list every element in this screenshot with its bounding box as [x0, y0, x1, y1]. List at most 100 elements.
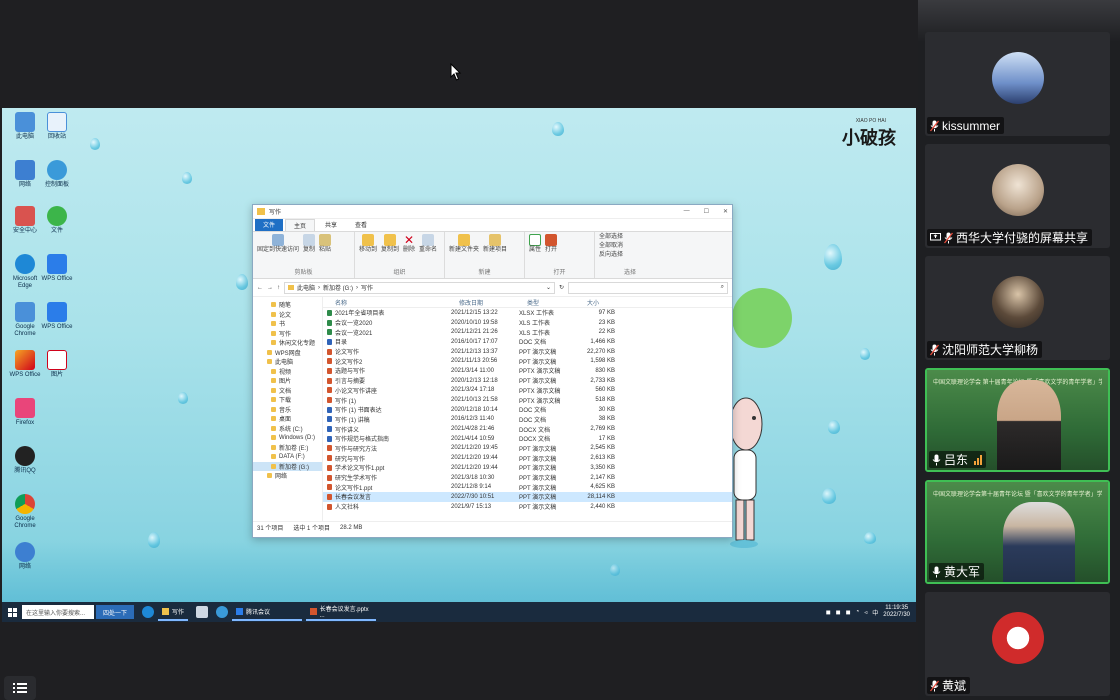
file-row[interactable]: 论文写作2 2021/11/13 20:56 PPT 演示文稿 1,598 KB: [323, 356, 732, 366]
nav-item[interactable]: 新加卷 (G:): [253, 461, 322, 471]
tray-icon[interactable]: ◼: [846, 609, 851, 616]
desktop-icon-meeting2[interactable]: WPS Office: [38, 302, 76, 346]
nav-item[interactable]: 桌面: [253, 414, 322, 424]
file-row[interactable]: 选题与写作 2021/3/14 11:00 PPTX 演示文稿 830 KB: [323, 366, 732, 376]
file-row[interactable]: 写作 (1) 书面表达 2020/12/18 10:14 DOC 文档 30 KB: [323, 405, 732, 415]
minimize-icon[interactable]: —: [684, 208, 690, 215]
taskbar-app-meeting[interactable]: 腾讯会议: [232, 603, 303, 621]
copy-button[interactable]: 复制: [303, 234, 315, 254]
up-icon[interactable]: ↑: [277, 285, 280, 291]
copy-to-button[interactable]: 复制到: [381, 234, 399, 254]
nav-item[interactable]: 音乐: [253, 405, 322, 415]
address-bar[interactable]: 此电脑 › 新加卷 (G:) › 写作 ⌄: [284, 281, 555, 294]
nav-item[interactable]: Windows (D:): [253, 433, 322, 443]
new-item-button[interactable]: 新建项目: [483, 234, 507, 254]
nav-item[interactable]: 随笔: [253, 300, 322, 310]
participant-video-tile[interactable]: 中国文联理论学会第十届青年论坛 暨「喜欢文学的青年学者」学术研讨会 黄大军: [925, 480, 1110, 584]
nav-item[interactable]: 文档: [253, 386, 322, 396]
volume-icon[interactable]: ◃: [864, 609, 867, 616]
delete-button[interactable]: ✕ 删除: [403, 234, 415, 254]
taskbar-search[interactable]: 在这里输入你要搜索...: [22, 605, 94, 619]
file-row[interactable]: 研究与写作 2021/12/20 19:44 PPT 演示文稿 2,613 KB: [323, 453, 732, 463]
taskbar-app-explorer[interactable]: 写作: [158, 603, 189, 621]
nav-item[interactable]: 写作: [253, 329, 322, 339]
column-name[interactable]: 名称: [335, 298, 459, 307]
column-size[interactable]: 大小: [587, 298, 627, 307]
file-row[interactable]: 论文写作1.ppt 2021/12/8 9:14 PPT 演示文稿 4,625 KB: [323, 482, 732, 492]
open-button[interactable]: 打开: [545, 234, 557, 254]
select-all-button[interactable]: 全部选择: [599, 234, 661, 241]
file-row[interactable]: 会议一览2020 2020/10/10 19:58 XLS 工作表 23 KB: [323, 318, 732, 328]
nav-item[interactable]: 论文: [253, 310, 322, 320]
browser-icon[interactable]: [216, 606, 229, 618]
wifi-icon[interactable]: ◔: [856, 609, 860, 615]
nav-item[interactable]: 休闲文化专题: [253, 338, 322, 348]
participant-tile[interactable]: 西华大学付骁的屏幕共享: [925, 144, 1110, 248]
invert-selection-button[interactable]: 反向选择: [599, 252, 661, 259]
file-row[interactable]: 人文社科 2021/9/7 15:13 PPT 演示文稿 2,440 KB: [323, 502, 732, 512]
column-type[interactable]: 类型: [527, 298, 587, 307]
tab-view[interactable]: 查看: [347, 219, 375, 231]
forward-icon[interactable]: →: [267, 285, 273, 291]
file-row[interactable]: 目录 2016/10/17 17:07 DOC 文档 1,466 KB: [323, 337, 732, 347]
desktop-icon-control[interactable]: 控制面板: [38, 160, 76, 204]
start-button[interactable]: [2, 602, 22, 622]
desktop-icon-wechat[interactable]: 文件: [38, 206, 76, 250]
column-date[interactable]: 修改日期: [459, 298, 527, 307]
search-input[interactable]: ⌕: [568, 281, 728, 294]
file-row[interactable]: 引言与摘要 2020/12/13 12:18 PPT 演示文稿 2,733 KB: [323, 376, 732, 386]
file-row[interactable]: 会议一览2021 2021/12/21 21:26 XLS 工作表 22 KB: [323, 327, 732, 337]
file-row[interactable]: 小论文写作讲座 2021/3/24 17:18 PPTX 演示文稿 560 KB: [323, 386, 732, 396]
participant-tile[interactable]: kissummer: [925, 32, 1110, 136]
refresh-icon[interactable]: ↻: [559, 284, 564, 291]
taskbar-app-ppt[interactable]: 长春会议发言.pptx ...: [306, 603, 377, 621]
properties-button[interactable]: 属性: [529, 234, 541, 254]
file-row[interactable]: 论文写作 2021/12/13 13:37 PPT 演示文稿 22,270 KB: [323, 347, 732, 357]
nav-item[interactable]: DATA (F:): [253, 452, 322, 462]
maximize-icon[interactable]: ☐: [704, 208, 709, 215]
nav-item[interactable]: WPS网盘: [253, 348, 322, 358]
file-row[interactable]: 长春会议发言 2022/7/30 10:51 PPT 演示文稿 28,114 KB: [323, 492, 732, 502]
nav-item[interactable]: 系统 (C:): [253, 424, 322, 434]
nav-item[interactable]: 图片: [253, 376, 322, 386]
desktop-icon-app[interactable]: Firefox: [6, 398, 44, 442]
desktop-icon-recycle[interactable]: 回收站: [38, 112, 76, 156]
path-segment[interactable]: 写作: [361, 283, 373, 292]
nav-item[interactable]: 视频: [253, 367, 322, 377]
file-row[interactable]: 学术论文写作1.ppt 2021/12/20 19:44 PPT 演示文稿 3,350…: [323, 463, 732, 473]
participant-tile[interactable]: 黄斌: [925, 592, 1110, 696]
chevron-down-icon[interactable]: ⌄: [546, 284, 551, 291]
desktop-icon-qq[interactable]: 腾讯QQ: [6, 446, 44, 490]
file-row[interactable]: 写作 (1) 讲稿 2016/12/3 11:40 DOC 文档 38 KB: [323, 415, 732, 425]
file-row[interactable]: 2021年全省项目表 2021/12/15 13:22 XLSX 工作表 97 KB: [323, 308, 732, 318]
file-row[interactable]: 研究生学术写作 2021/3/18 10:30 PPT 演示文稿 2,147 KB: [323, 473, 732, 483]
nav-item[interactable]: 新加卷 (E:): [253, 443, 322, 453]
back-icon[interactable]: ←: [257, 285, 263, 291]
desktop-icon-chrome[interactable]: Google Chrome: [6, 494, 44, 538]
move-to-button[interactable]: 移动到: [359, 234, 377, 254]
desktop-icon-meeting[interactable]: WPS Office: [38, 254, 76, 298]
path-segment[interactable]: 新加卷 (G:): [323, 283, 353, 292]
member-list-button[interactable]: [4, 676, 36, 700]
desktop-icon-pdf[interactable]: 图片: [38, 350, 76, 394]
tab-file[interactable]: 文件: [255, 219, 284, 231]
input-language[interactable]: 中: [872, 608, 878, 617]
clock[interactable]: 11:19:35 2022/7/30: [883, 605, 910, 619]
tab-home[interactable]: 主页: [285, 219, 316, 231]
participant-tile[interactable]: 沈阳师范大学柳杨: [925, 256, 1110, 360]
store-icon[interactable]: [196, 606, 209, 618]
participant-video-tile[interactable]: 中国文联理论学会 第十届青年论坛 暨「喜欢文学的青年学者」学术研讨会 吕东: [925, 368, 1110, 472]
file-row[interactable]: 写作规范与格式指南 2021/4/14 10:59 DOCX 文档 17 KB: [323, 434, 732, 444]
select-none-button[interactable]: 全部取消: [599, 243, 661, 250]
nav-item[interactable]: 此电脑: [253, 357, 322, 367]
tab-share[interactable]: 共享: [317, 219, 345, 231]
file-row[interactable]: 写作讲义 2021/4/28 21:46 DOCX 文档 2,769 KB: [323, 424, 732, 434]
taskbar-news[interactable]: 四处一下: [96, 605, 134, 619]
file-row[interactable]: 写作 (1) 2021/10/13 21:58 PPTX 演示文稿 518 KB: [323, 395, 732, 405]
nav-item[interactable]: 书: [253, 319, 322, 329]
paste-button[interactable]: 粘贴: [319, 234, 331, 254]
pin-button[interactable]: 固定到快速访问: [257, 234, 299, 254]
edge-icon[interactable]: [142, 606, 154, 618]
close-icon[interactable]: ✕: [723, 208, 728, 215]
rename-button[interactable]: 重命名: [419, 234, 437, 254]
